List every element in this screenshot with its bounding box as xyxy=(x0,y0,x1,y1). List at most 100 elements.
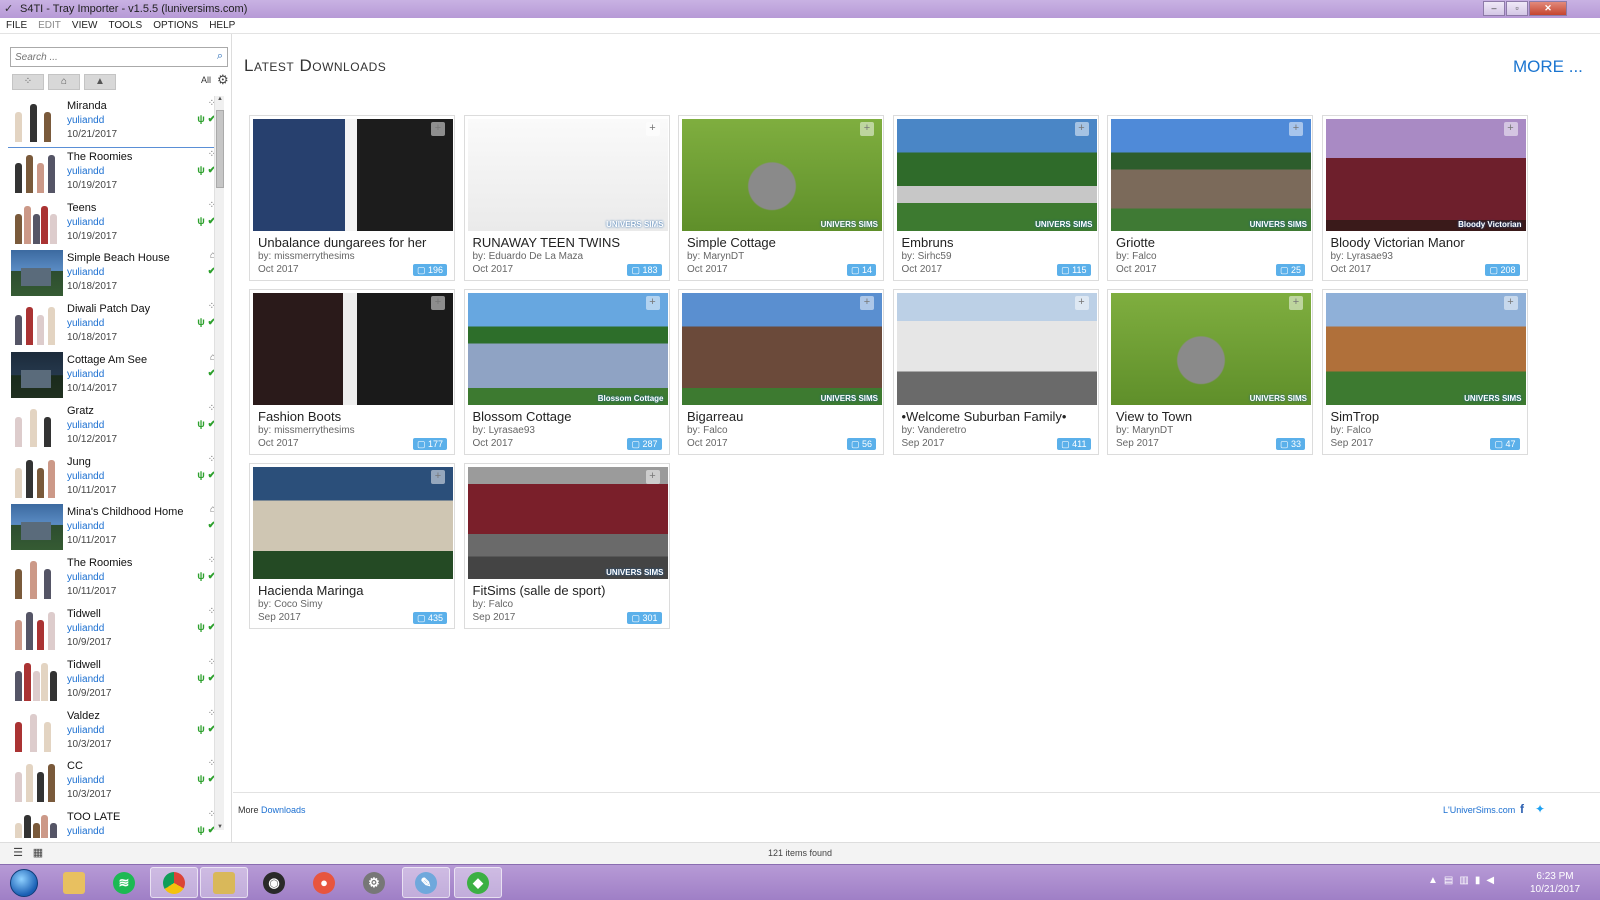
maximize-button[interactable]: ▫ xyxy=(1506,1,1528,16)
tray-list[interactable]: Miranda yuliandd 10/21/2017 ⁘ ψ ✔ The Roomies… xyxy=(8,96,220,838)
scroll-up-icon[interactable]: ▲ xyxy=(215,96,225,102)
download-thumbnail[interactable]: UNIVERS SIMS xyxy=(1325,293,1526,405)
download-thumbnail[interactable] xyxy=(253,119,453,231)
taskbar-explorer[interactable] xyxy=(50,867,98,898)
tray-list-item[interactable]: Cottage Am See yuliandd 10/14/2017 ⌂ ✔ xyxy=(8,350,220,401)
menu-view[interactable]: VIEW xyxy=(72,20,98,31)
download-card[interactable]: UNIVERS SIMS + Embruns by: Sirhc59 Oct 2017 ▢… xyxy=(892,115,1099,281)
more-link[interactable]: MORE ... xyxy=(1513,57,1583,77)
download-title[interactable]: Bigarreau xyxy=(687,409,877,424)
download-thumbnail[interactable]: UNIVERS SIMS xyxy=(1111,293,1311,405)
search-icon[interactable]: ⌕ xyxy=(217,50,223,63)
tray-list-item[interactable]: Jung yuliandd 10/11/2017 ⁘ ψ ✔ xyxy=(8,452,220,503)
tray-list-item[interactable]: Tidwell yuliandd 10/9/2017 ⁘ ψ ✔ xyxy=(8,604,220,655)
tray-list-item[interactable]: CC yuliandd 10/3/2017 ⁘ ψ ✔ xyxy=(8,756,220,807)
download-title[interactable]: Embruns xyxy=(902,235,1092,250)
download-card[interactable]: + Hacienda Maringa by: Coco Simy Sep 2017 ▢ … xyxy=(249,463,455,629)
tray-list-item[interactable]: TOO LATE yuliandd ⁘ ψ ✔ xyxy=(8,807,220,838)
download-title[interactable]: View to Town xyxy=(1116,409,1306,424)
menu-edit[interactable]: EDIT xyxy=(38,20,61,31)
tray-list-item[interactable]: Diwali Patch Day yuliandd 10/18/2017 ⁘ ψ ✔ xyxy=(8,299,220,350)
download-card[interactable]: UNIVERS SIMS + View to Town by: MarynDT Sep … xyxy=(1107,289,1313,455)
download-card[interactable]: + Fashion Boots by: missmerrythesims Oct 20… xyxy=(249,289,455,455)
facebook-icon[interactable]: f xyxy=(1520,802,1524,816)
tray-list-item[interactable]: The Roomies yuliandd 10/11/2017 ⁘ ψ ✔ xyxy=(8,553,220,604)
download-thumbnail[interactable]: UNIVERS SIMS xyxy=(1111,119,1311,231)
download-card[interactable]: UNIVERS SIMS + RUNAWAY TEEN TWINS by: Eduar… xyxy=(463,115,670,281)
add-icon[interactable]: + xyxy=(1289,296,1303,310)
download-card[interactable]: Bloody Victorian + Bloody Victorian Manor b… xyxy=(1321,115,1528,281)
download-thumbnail[interactable]: UNIVERS SIMS xyxy=(682,293,882,405)
download-thumbnail[interactable] xyxy=(253,467,453,579)
tray-list-item[interactable]: Teens yuliandd 10/19/2017 ⁘ ψ ✔ xyxy=(8,198,220,249)
download-title[interactable]: Hacienda Maringa xyxy=(258,583,448,598)
tray-arrow-icon[interactable]: ▲ xyxy=(1428,875,1438,886)
tray-list-item[interactable]: Miranda yuliandd 10/21/2017 ⁘ ψ ✔ xyxy=(8,96,220,148)
download-title[interactable]: SimTrop xyxy=(1331,409,1521,424)
download-title[interactable]: FitSims (salle de sport) xyxy=(473,583,663,598)
download-thumbnail[interactable]: Blossom Cottage xyxy=(467,293,668,405)
download-card[interactable]: Blossom Cottage + Blossom Cottage by: Lyras… xyxy=(463,289,670,455)
taskbar-tray-importer[interactable]: ◆ xyxy=(454,867,502,898)
close-button[interactable]: ✕ xyxy=(1529,1,1567,16)
gear-icon[interactable]: ⚙ xyxy=(217,72,229,88)
add-icon[interactable]: + xyxy=(645,470,660,484)
add-icon[interactable]: + xyxy=(1503,296,1518,310)
scrollbar-thumb[interactable] xyxy=(216,110,224,188)
tray-list-item[interactable]: The Roomies yuliandd 10/19/2017 ⁘ ψ ✔ xyxy=(8,147,220,198)
add-icon[interactable]: + xyxy=(1289,122,1303,136)
download-card[interactable]: + •Welcome Suburban Family• by: Vanderetro… xyxy=(892,289,1099,455)
download-title[interactable]: Unbalance dungarees for her xyxy=(258,235,448,250)
add-icon[interactable]: + xyxy=(1503,122,1518,136)
download-title[interactable]: Griotte xyxy=(1116,235,1306,250)
taskbar-spotify[interactable]: ≋ xyxy=(100,867,148,898)
download-card[interactable]: UNIVERS SIMS + FitSims (salle de sport) by:… xyxy=(463,463,670,629)
taskbar-obs[interactable]: ◉ xyxy=(250,867,298,898)
download-title[interactable]: Fashion Boots xyxy=(258,409,448,424)
tray-device-icon[interactable]: ▥ xyxy=(1459,875,1468,886)
tray-list-item[interactable]: Mina's Childhood Home yuliandd 10/11/2017 ⌂… xyxy=(8,502,220,553)
download-card[interactable]: + Unbalance dungarees for her by: missmerr… xyxy=(249,115,455,281)
twitter-icon[interactable]: ✦ xyxy=(1535,802,1545,816)
sidebar-scrollbar[interactable]: ▲ ▼ xyxy=(214,96,224,830)
tray-list-item[interactable]: Simple Beach House yuliandd 10/18/2017 ⌂ ✔ xyxy=(8,248,220,299)
download-card[interactable]: UNIVERS SIMS + Griotte by: Falco Oct 2017 ▢ 2… xyxy=(1107,115,1313,281)
site-link[interactable]: L'UniverSims.com xyxy=(1443,805,1515,815)
taskbar-chrome[interactable] xyxy=(150,867,198,898)
add-icon[interactable]: + xyxy=(431,122,445,136)
tray-list-item[interactable]: Tidwell yuliandd 10/9/2017 ⁘ ψ ✔ xyxy=(8,655,220,706)
menu-help[interactable]: HELP xyxy=(209,20,235,31)
add-icon[interactable]: + xyxy=(431,470,445,484)
menu-tools[interactable]: TOOLS xyxy=(108,20,142,31)
add-icon[interactable]: + xyxy=(1074,122,1089,136)
taskbar-maps[interactable]: ● xyxy=(300,867,348,898)
start-button[interactable] xyxy=(5,867,43,898)
download-thumbnail[interactable]: UNIVERS SIMS xyxy=(682,119,882,231)
download-title[interactable]: Simple Cottage xyxy=(687,235,877,250)
download-thumbnail[interactable] xyxy=(253,293,453,405)
tray-list-item[interactable]: Valdez yuliandd 10/3/2017 ⁘ ψ ✔ xyxy=(8,706,220,757)
scroll-down-icon[interactable]: ▼ xyxy=(215,824,225,830)
filter-all-label[interactable]: All xyxy=(201,75,211,85)
download-thumbnail[interactable] xyxy=(896,293,1097,405)
download-title[interactable]: •Welcome Suburban Family• xyxy=(902,409,1092,424)
minimize-button[interactable]: – xyxy=(1483,1,1505,16)
menu-file[interactable]: FILE xyxy=(6,20,27,31)
network-icon[interactable]: ▮ xyxy=(1475,875,1481,886)
taskbar-clock[interactable]: 6:23 PM 10/21/2017 xyxy=(1520,870,1590,896)
taskbar-settings[interactable]: ⚙ xyxy=(350,867,398,898)
taskbar-file-manager[interactable] xyxy=(200,867,248,898)
add-icon[interactable]: + xyxy=(431,296,445,310)
download-card[interactable]: UNIVERS SIMS + Bigarreau by: Falco Oct 2017 ▢… xyxy=(678,289,884,455)
download-title[interactable]: Blossom Cottage xyxy=(473,409,663,424)
tray-list-item[interactable]: Gratz yuliandd 10/12/2017 ⁘ ψ ✔ xyxy=(8,401,220,452)
download-thumbnail[interactable]: UNIVERS SIMS xyxy=(467,119,668,231)
filter-households-button[interactable]: ⁘ xyxy=(12,74,44,90)
download-thumbnail[interactable]: UNIVERS SIMS xyxy=(896,119,1097,231)
download-thumbnail[interactable]: UNIVERS SIMS xyxy=(467,467,668,579)
tray-app-icon[interactable]: ▤ xyxy=(1444,875,1453,886)
download-card[interactable]: UNIVERS SIMS + SimTrop by: Falco Sep 2017 ▢ 4… xyxy=(1321,289,1528,455)
add-icon[interactable]: + xyxy=(1074,296,1089,310)
download-thumbnail[interactable]: Bloody Victorian xyxy=(1325,119,1526,231)
download-card[interactable]: UNIVERS SIMS + Simple Cottage by: MarynDT Oc… xyxy=(678,115,884,281)
